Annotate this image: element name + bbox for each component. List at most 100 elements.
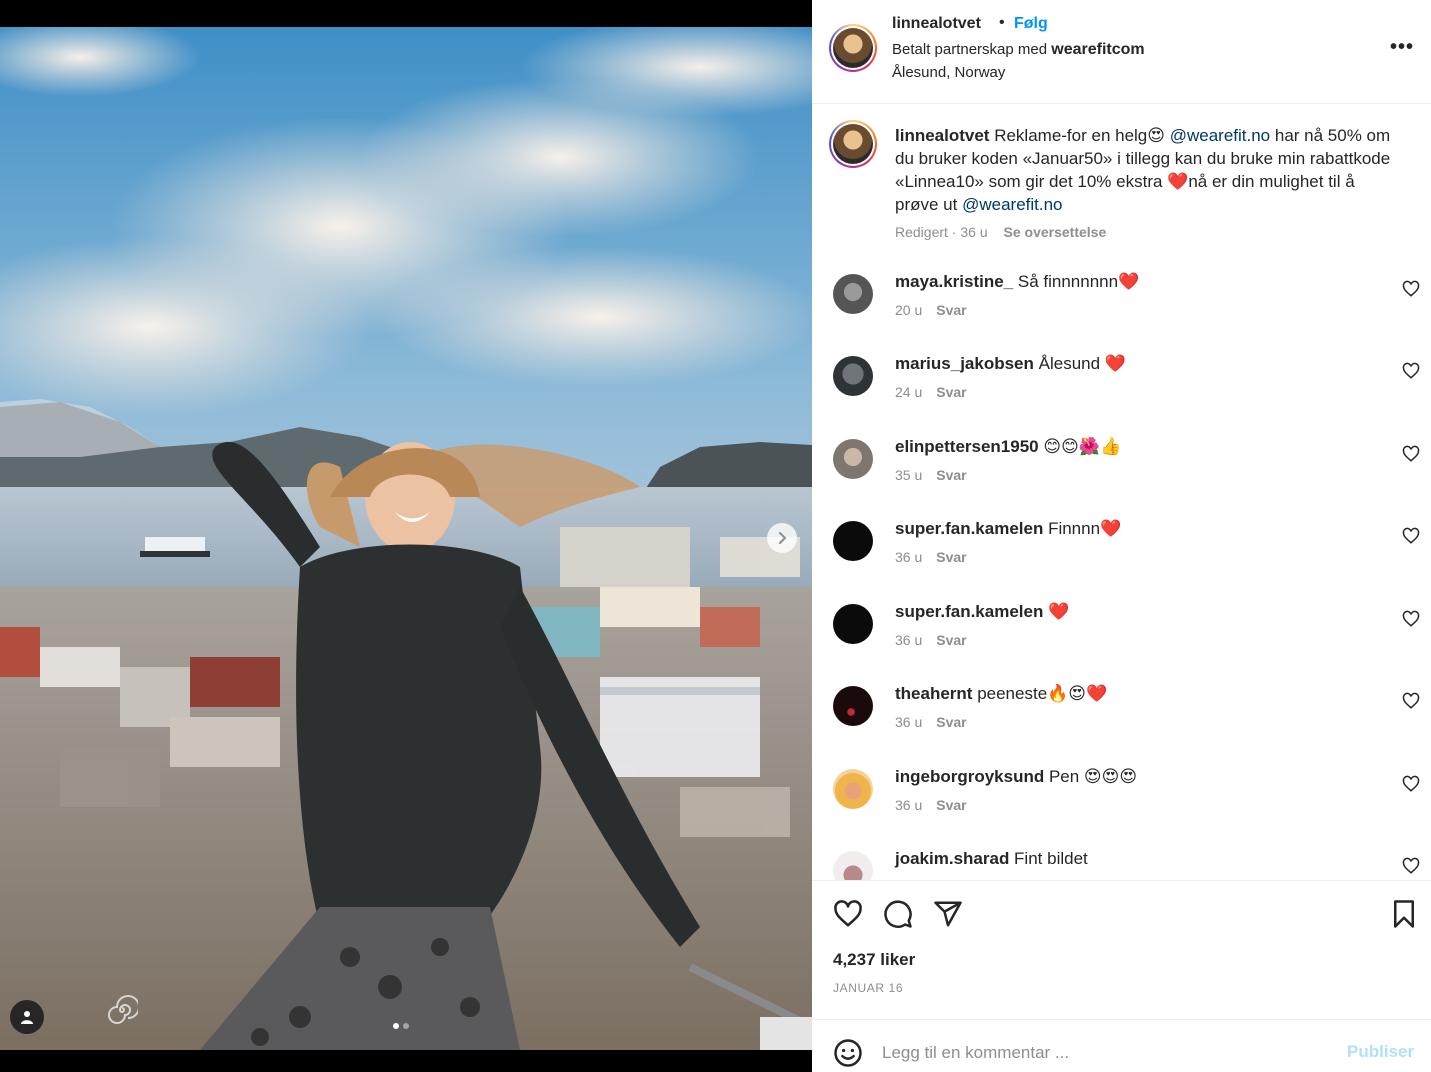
see-translation-button[interactable]: Se oversettelse — [1004, 224, 1107, 240]
location-link[interactable]: Ålesund, Norway — [892, 64, 1005, 81]
author-username[interactable]: linnealotvet — [892, 15, 981, 33]
user-tag-icon — [21, 1011, 33, 1024]
comment-avatar[interactable] — [833, 439, 873, 479]
caption-author-avatar[interactable] — [829, 120, 877, 168]
comment-username[interactable]: ingeborgroyksund — [895, 767, 1044, 786]
comment-age: 35 u — [895, 467, 923, 483]
publish-button[interactable]: Publiser — [1347, 1042, 1414, 1062]
comment-item: theahernt peeneste🔥😍❤️ 36 u Svar — [812, 683, 1431, 753]
comment-meta: 36 u Svar — [895, 797, 967, 813]
post-caption: linnealotvet Reklame-for en helg😍 @weare… — [895, 124, 1400, 216]
comment-username[interactable]: theahernt — [895, 684, 972, 703]
comment-input[interactable] — [882, 1034, 1322, 1072]
likes-count[interactable]: 4,237 liker — [833, 950, 915, 970]
reply-button[interactable]: Svar — [936, 797, 966, 813]
user-tag-button[interactable] — [10, 1000, 44, 1034]
comment-age: 36 u — [895, 632, 923, 648]
comment-text: Så finnnnnnn❤️ — [1013, 272, 1140, 291]
caption-mention-1[interactable]: @wearefit.no — [1170, 126, 1270, 145]
comment-like-heart-icon[interactable] — [1402, 362, 1420, 380]
add-comment-bar: Publiser — [812, 1019, 1431, 1072]
comment-avatar[interactable] — [833, 274, 873, 314]
comment-like-heart-icon[interactable] — [1402, 610, 1420, 628]
emoji-icon[interactable] — [833, 1038, 863, 1068]
bookmark-icon[interactable] — [1389, 899, 1419, 929]
comment-meta: 20 u Svar — [895, 302, 967, 318]
follow-button[interactable]: Følg — [1014, 15, 1048, 33]
comment-body: maya.kristine_ Så finnnnnnn❤️ — [895, 271, 1139, 293]
comment-username[interactable]: super.fan.kamelen — [895, 519, 1043, 538]
comment-like-heart-icon[interactable] — [1402, 775, 1420, 793]
share-icon[interactable] — [933, 899, 963, 929]
comment-item: super.fan.kamelen ❤️ 36 u Svar — [812, 601, 1431, 671]
reply-button[interactable]: Svar — [936, 632, 966, 648]
like-heart-icon[interactable] — [833, 899, 863, 929]
comment-body: super.fan.kamelen ❤️ — [895, 601, 1069, 623]
comment-text: Fint bildet — [1009, 849, 1088, 868]
comment-like-heart-icon[interactable] — [1402, 527, 1420, 545]
caption-mention-2[interactable]: @wearefit.no — [962, 195, 1062, 214]
comment-meta: 24 u Svar — [895, 384, 967, 400]
comment-text: ❤️ — [1043, 602, 1070, 621]
comment-age: 36 u — [895, 797, 923, 813]
comment-like-heart-icon[interactable] — [1402, 445, 1420, 463]
caption-text-1: Reklame-for en helg😍 — [989, 126, 1170, 145]
comment-avatar[interactable] — [833, 604, 873, 644]
author-avatar[interactable] — [829, 24, 877, 72]
comment-avatar[interactable] — [833, 686, 873, 726]
more-options-icon[interactable]: ••• — [1390, 36, 1414, 59]
carousel-dot-active — [393, 1023, 399, 1029]
partner-link[interactable]: wearefitcom — [1051, 41, 1144, 58]
partnership-prefix: Betalt partnerskap med — [892, 41, 1048, 58]
comment-text: Finnnn❤️ — [1043, 519, 1122, 538]
comment-age: 20 u — [895, 302, 923, 318]
comment-avatar[interactable] — [833, 521, 873, 561]
comment-username[interactable]: elinpettersen1950 — [895, 437, 1039, 456]
comment-avatar[interactable] — [833, 851, 873, 880]
reply-button[interactable]: Svar — [936, 714, 966, 730]
caption-username[interactable]: linnealotvet — [895, 126, 989, 145]
swirl-watermark-icon — [108, 995, 138, 1024]
post-date: JANUAR 16 — [833, 981, 904, 995]
reply-button[interactable]: Svar — [936, 384, 966, 400]
media-pane — [0, 0, 812, 1072]
comment-text: Pen 😍😍😍 — [1044, 767, 1138, 786]
comment-like-heart-icon[interactable] — [1402, 857, 1420, 875]
reply-button[interactable]: Svar — [936, 467, 966, 483]
carousel-dot — [403, 1023, 409, 1029]
header-separator: • — [999, 14, 1005, 31]
post-details-panel: linnealotvet • Følg Betalt partnerskap m… — [812, 0, 1431, 1072]
post-header: linnealotvet • Følg Betalt partnerskap m… — [812, 0, 1431, 104]
comment-age: 36 u — [895, 714, 923, 730]
comment-body: marius_jakobsen Ålesund ❤️ — [895, 353, 1126, 375]
reply-button[interactable]: Svar — [936, 302, 966, 318]
instagram-post-view: linnealotvet • Følg Betalt partnerskap m… — [0, 0, 1431, 1072]
caption-edited-age: Redigert · 36 u — [895, 224, 988, 240]
post-photo[interactable] — [0, 27, 812, 1050]
reply-button[interactable]: Svar — [936, 549, 966, 565]
comment-item: super.fan.kamelen Finnnn❤️ 36 u Svar — [812, 518, 1431, 588]
comment-username[interactable]: maya.kristine_ — [895, 272, 1013, 291]
comment-username[interactable]: joakim.sharad — [895, 849, 1009, 868]
comment-body: elinpettersen1950 😊😊🌺👍 — [895, 436, 1121, 458]
comment-item: marius_jakobsen Ålesund ❤️ 24 u Svar — [812, 353, 1431, 423]
comment-username[interactable]: super.fan.kamelen — [895, 602, 1043, 621]
comment-meta: 36 u Svar — [895, 549, 967, 565]
carousel-indicator — [393, 1023, 409, 1029]
comment-age: 36 u — [895, 549, 923, 565]
paid-partnership-label: Betalt partnerskap med wearefitcom — [892, 41, 1145, 59]
comment-like-heart-icon[interactable] — [1402, 280, 1420, 298]
comment-item: maya.kristine_ Så finnnnnnn❤️ 20 u Svar — [812, 271, 1431, 341]
comment-body: joakim.sharad Fint bildet — [895, 848, 1088, 870]
comment-text: Ålesund ❤️ — [1033, 354, 1126, 373]
comment-username[interactable]: marius_jakobsen — [895, 354, 1034, 373]
comment-meta: 36 u Svar — [895, 632, 967, 648]
comment-like-heart-icon[interactable] — [1402, 692, 1420, 710]
comment-avatar[interactable] — [833, 769, 873, 809]
comments-list[interactable]: linnealotvet Reklame-for en helg😍 @weare… — [812, 104, 1431, 880]
comment-meta: 36 u Svar — [895, 714, 967, 730]
post-actions-section: 4,237 liker JANUAR 16 — [812, 880, 1431, 1019]
comment-avatar[interactable] — [833, 356, 873, 396]
comment-icon[interactable] — [883, 899, 913, 929]
carousel-next-button[interactable] — [767, 523, 797, 553]
